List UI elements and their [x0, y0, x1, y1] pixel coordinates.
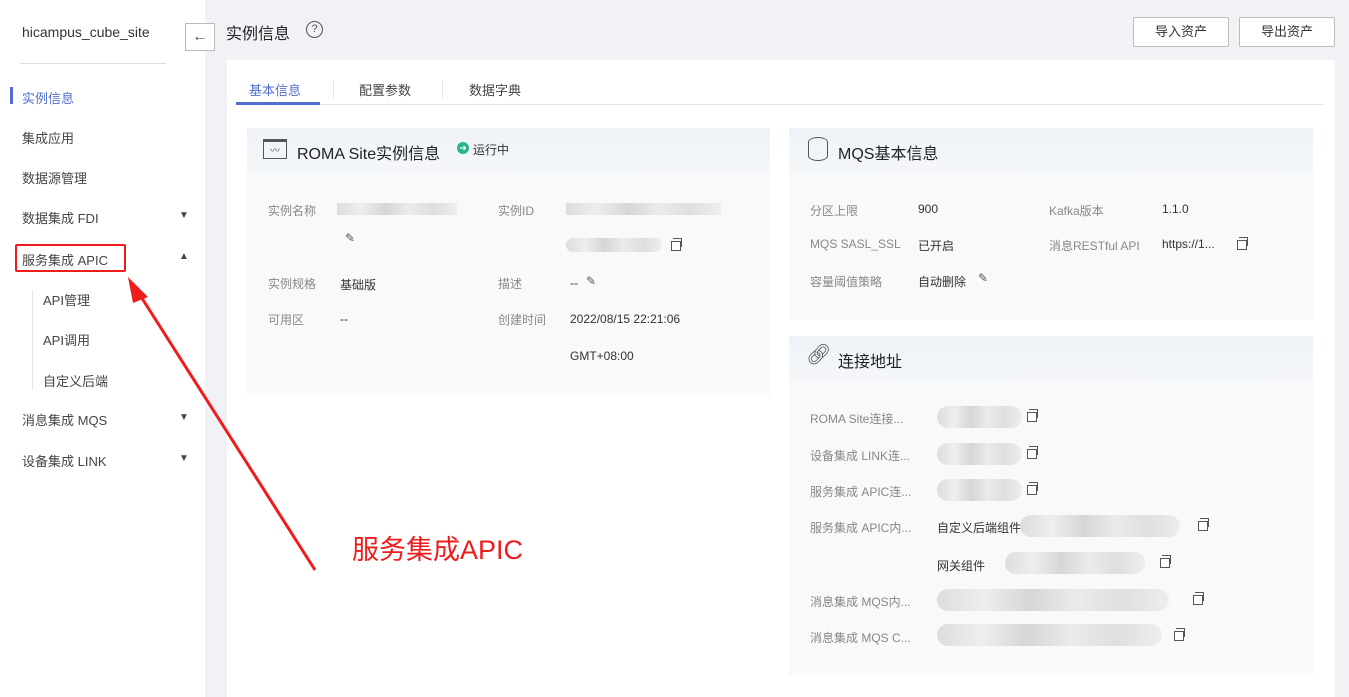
- annotation-arrow: [128, 277, 317, 571]
- annotation-text: 服务集成APIC: [352, 535, 524, 565]
